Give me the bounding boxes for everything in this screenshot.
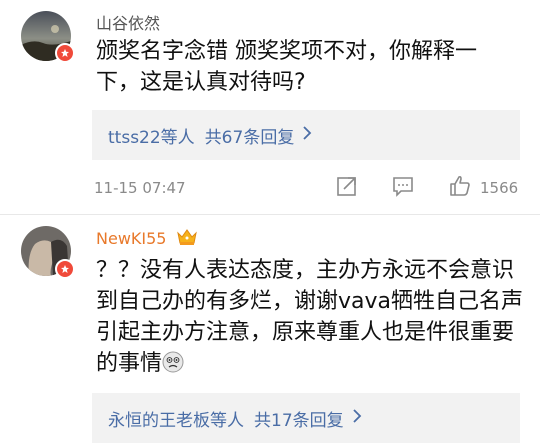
comment-item: 山谷依然 颁奖名字念错 颁奖奖项不对，你解释一 下，这是认真对待吗? ttss2…	[0, 0, 540, 215]
comment-item: NewKI55 ？？没有人表达态度，主办方永远不会意识 到自己办的有多烂，谢谢v…	[0, 215, 540, 443]
reply-summary[interactable]: ttss22等人 共67条回复	[92, 110, 520, 160]
comment-text-line: 引起主办方注意，原来尊重人也是件很重要	[96, 320, 515, 345]
timestamp: 11-15 07:47	[94, 179, 186, 197]
reply-summary[interactable]: 永恒的王老板等人 共17条回复	[92, 393, 520, 443]
like-button[interactable]: 1566	[448, 174, 518, 202]
chevron-right-icon	[302, 125, 312, 145]
username-text: NewKI55	[96, 229, 167, 248]
username[interactable]: NewKI55	[96, 228, 198, 248]
verified-badge-icon	[55, 43, 75, 63]
comment-icon	[392, 175, 414, 201]
like-count: 1566	[480, 179, 519, 197]
reply-users: ttss22等人	[108, 127, 195, 148]
chevron-right-icon	[352, 408, 362, 428]
comment-text-tail: 的事情	[96, 351, 163, 376]
comment-text-line: 下，这是认真对待吗?	[96, 70, 306, 95]
emoji-icon	[162, 351, 184, 373]
reply-count: 共67条回复	[204, 127, 295, 148]
reply-count: 共17条回复	[254, 410, 344, 431]
comment-text-line: 到自己办的有多烂，谢谢vava牺牲自己名声	[96, 289, 524, 314]
comment-text-line: ？？没有人表达态度，主办方永远不会意识	[96, 258, 515, 283]
share-icon	[336, 175, 358, 201]
comment-text: ？？没有人表达态度，主办方永远不会意识 到自己办的有多烂，谢谢vava牺牲自己名…	[96, 255, 531, 379]
like-icon	[448, 174, 472, 202]
comment-text: 颁奖名字念错 颁奖奖项不对，你解释一 下，这是认真对待吗?	[96, 36, 526, 98]
share-button[interactable]	[336, 175, 358, 201]
comment-button[interactable]	[392, 175, 414, 201]
username[interactable]: 山谷依然	[96, 10, 160, 34]
reply-users: 永恒的王老板等人	[108, 410, 244, 431]
comment-text-line: 颁奖名字念错 颁奖奖项不对，你解释一	[96, 39, 477, 64]
comment-text-line: 的事情	[96, 348, 531, 379]
vip-crown-icon	[176, 228, 198, 246]
verified-badge-icon	[55, 259, 75, 279]
